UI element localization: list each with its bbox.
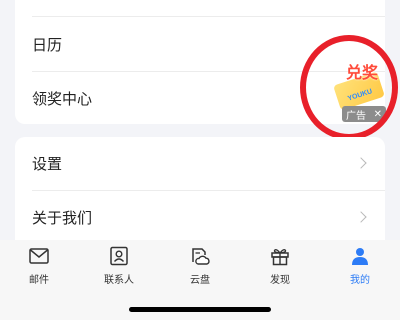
tab-label: 发现	[270, 275, 290, 286]
tab-label: 邮件	[29, 275, 49, 286]
menu-card-bottom: 设置 关于我们	[15, 137, 385, 241]
tab-label: 我的	[350, 275, 370, 286]
tab-contacts[interactable]: 联系人	[89, 245, 149, 286]
menu-item-label: 领奖中心	[32, 89, 93, 108]
menu-item-label: 日历	[32, 35, 63, 54]
tab-label: 联系人	[104, 275, 134, 286]
highlight-circle	[300, 35, 398, 140]
home-indicator[interactable]	[129, 307, 271, 312]
tab-cloud-drive[interactable]: 云盘	[170, 245, 230, 286]
tab-discover[interactable]: 发现	[250, 245, 310, 286]
menu-item-about-us[interactable]: 关于我们	[15, 191, 385, 241]
contacts-icon	[110, 246, 128, 266]
cloud-drive-icon	[192, 248, 210, 265]
tab-mail[interactable]: 邮件	[9, 245, 69, 286]
menu-item-settings[interactable]: 设置	[15, 137, 385, 189]
gift-icon	[271, 249, 289, 266]
chevron-right-icon	[355, 211, 367, 223]
tab-me[interactable]: 我的	[330, 245, 390, 286]
menu-item-label: 关于我们	[32, 208, 93, 227]
chevron-right-icon	[355, 157, 367, 169]
person-icon	[352, 248, 368, 265]
menu-item-label: 设置	[32, 154, 63, 173]
mail-icon	[29, 248, 49, 264]
tab-label: 云盘	[190, 275, 210, 286]
